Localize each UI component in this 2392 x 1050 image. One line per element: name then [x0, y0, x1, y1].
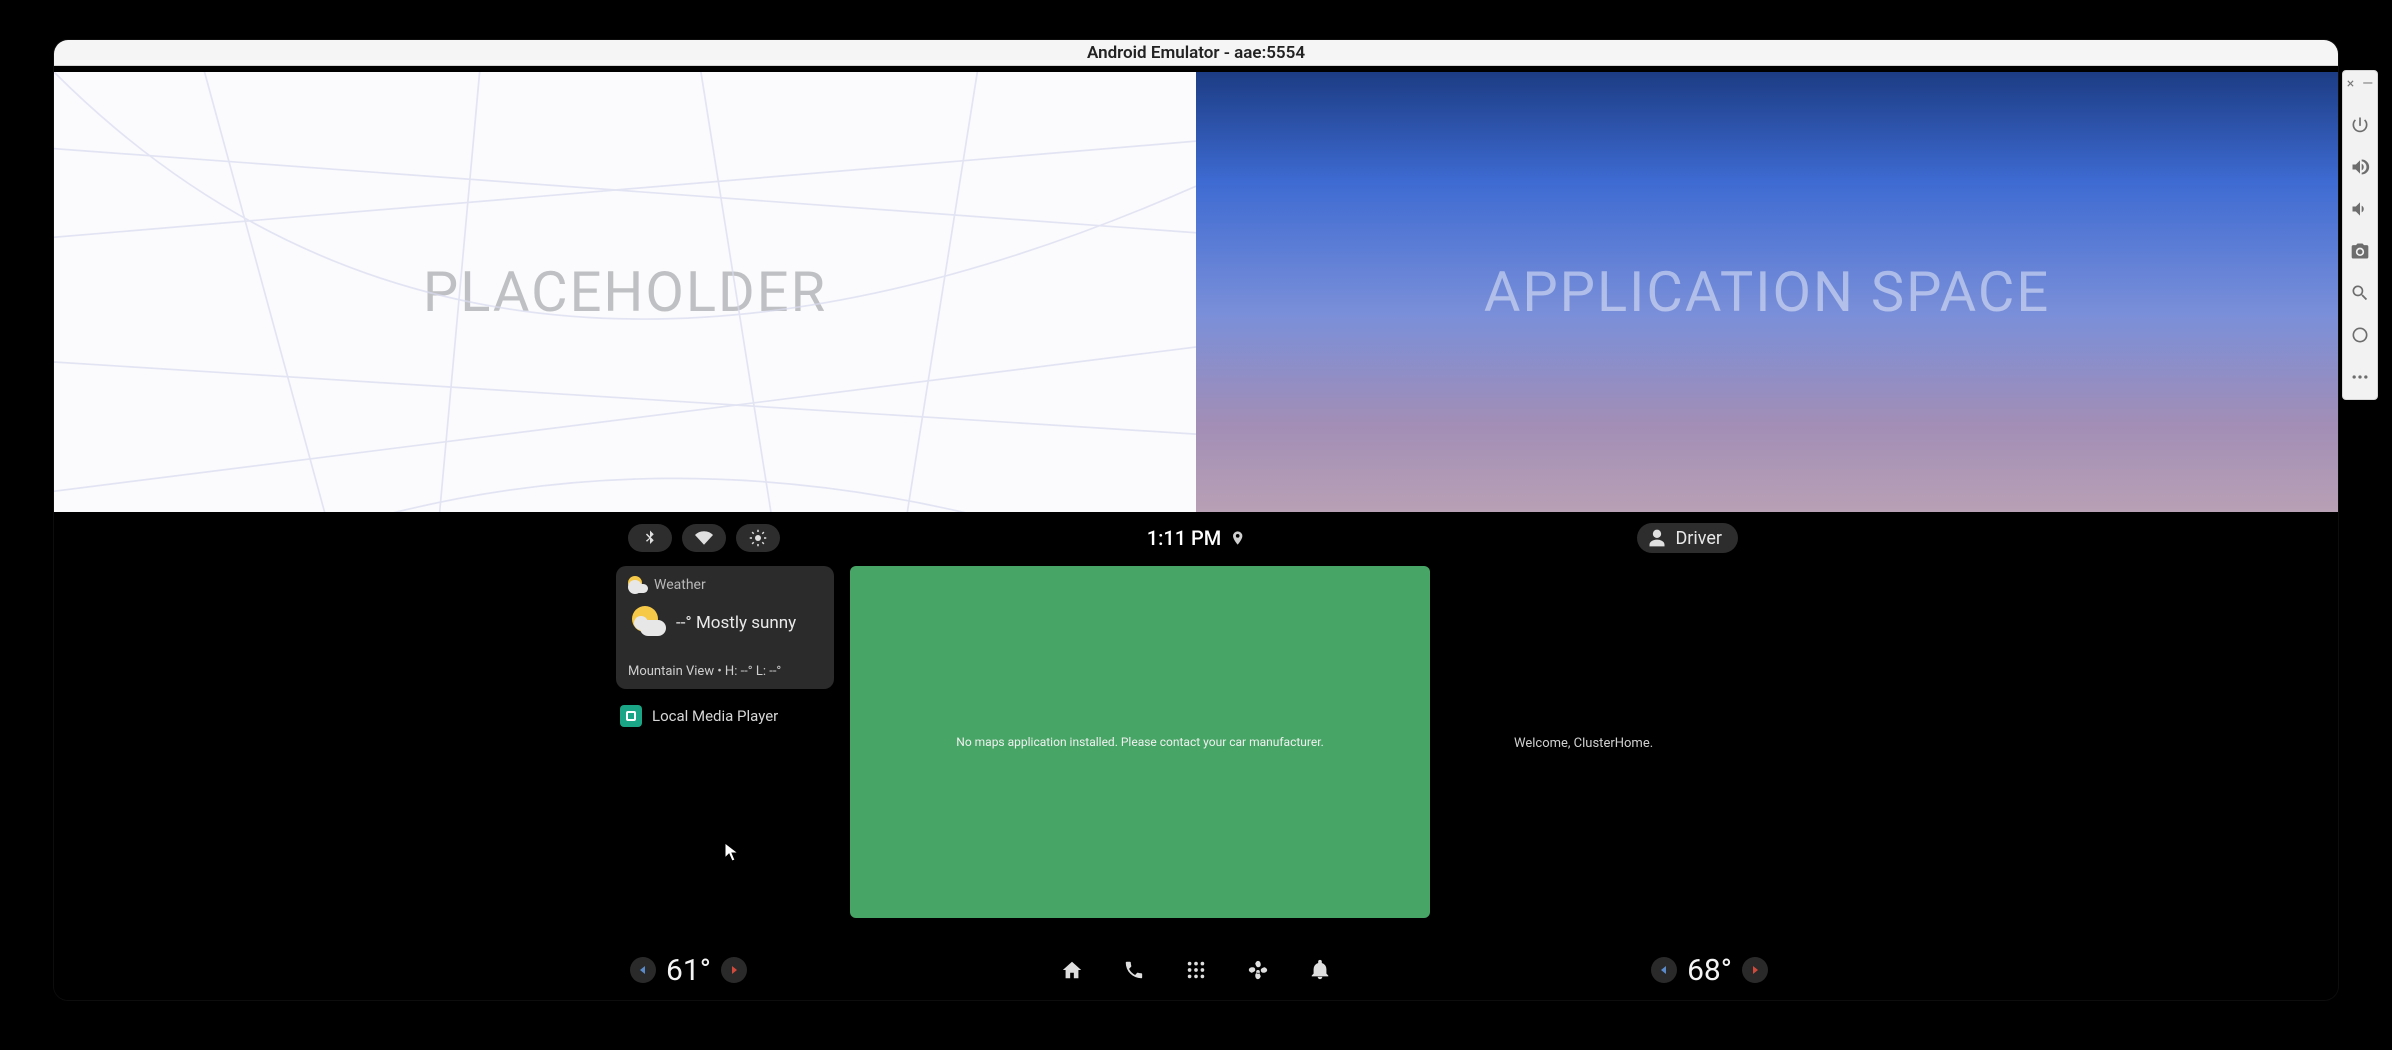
status-bar: 1:11 PM Driver	[54, 518, 2338, 558]
emulator-volume-down-button[interactable]	[2348, 197, 2372, 221]
media-card-title: Local Media Player	[652, 707, 778, 725]
emulator-window: Android Emulator - aae:5554 PLACEHOLDER	[54, 40, 2338, 1000]
brightness-toggle[interactable]	[736, 524, 780, 552]
emulator-zoom-button[interactable]	[2348, 281, 2372, 305]
volume-down-icon	[2350, 199, 2370, 219]
person-icon	[1647, 528, 1667, 548]
map-background-lines	[54, 72, 1196, 512]
phone-icon	[1123, 959, 1145, 981]
status-clock-area[interactable]: 1:11 PM	[1147, 526, 1246, 550]
nav-notifications[interactable]	[1307, 957, 1333, 983]
fan-icon	[1247, 959, 1269, 981]
cluster-right-panel: APPLICATION SPACE	[1196, 72, 2338, 512]
media-app-icon	[620, 705, 642, 727]
emulator-minimize-button[interactable]: —	[2362, 77, 2373, 91]
emulator-volume-up-button[interactable]	[2348, 155, 2372, 179]
hvac-right-down[interactable]	[1651, 957, 1677, 983]
map-widget[interactable]: No maps application installed. Please co…	[850, 566, 1430, 918]
home-icon	[1061, 959, 1083, 981]
nav-buttons	[1059, 957, 1333, 983]
hvac-right-up[interactable]	[1742, 957, 1768, 983]
cluster-displays: PLACEHOLDER APPLICATION SPACE	[54, 66, 2338, 512]
window-titlebar[interactable]: Android Emulator - aae:5554	[54, 40, 2338, 66]
zoom-icon	[2350, 283, 2370, 303]
user-name: Driver	[1675, 528, 1722, 549]
triangle-left-icon	[1659, 965, 1669, 975]
weather-card-header: Weather	[628, 576, 822, 594]
hvac-left: 61°	[630, 953, 747, 988]
bell-icon	[1309, 959, 1331, 981]
emulator-toolbar: × —	[2342, 70, 2378, 400]
hvac-left-up[interactable]	[721, 957, 747, 983]
nav-hvac[interactable]	[1245, 957, 1271, 983]
hvac-right: 68°	[1651, 953, 1768, 988]
window-title: Android Emulator - aae:5554	[1087, 43, 1305, 63]
circle-icon	[2350, 325, 2370, 345]
triangle-right-icon	[1750, 965, 1760, 975]
status-quick-toggles	[628, 524, 780, 552]
weather-card-title: Weather	[654, 577, 706, 593]
brightness-icon	[749, 529, 767, 547]
location-pin-icon	[1229, 530, 1245, 546]
emulator-body: PLACEHOLDER APPLICATION SPACE	[54, 66, 2338, 1000]
widget-column: Weather --° Mostly sunny Mountain View •…	[616, 566, 834, 733]
triangle-right-icon	[729, 965, 739, 975]
volume-up-icon	[2350, 157, 2370, 177]
mouse-cursor-icon	[724, 842, 740, 862]
dashboard: 1:11 PM Driver Weather	[54, 512, 2338, 1000]
weather-summary: --° Mostly sunny	[676, 613, 796, 633]
weather-footer: Mountain View • H: --° L: --°	[628, 664, 822, 679]
nav-apps[interactable]	[1183, 957, 1209, 983]
apps-grid-icon	[1185, 959, 1207, 981]
cluster-right-label: APPLICATION SPACE	[1484, 259, 2050, 325]
map-widget-message: No maps application installed. Please co…	[956, 735, 1323, 749]
wifi-icon	[695, 529, 713, 547]
triangle-left-icon	[638, 965, 648, 975]
camera-icon	[2350, 241, 2370, 261]
weather-icon	[628, 604, 666, 642]
emulator-more-button[interactable]	[2348, 365, 2372, 389]
nav-home[interactable]	[1059, 957, 1085, 983]
media-card[interactable]: Local Media Player	[616, 699, 834, 733]
bluetooth-icon	[641, 529, 659, 547]
hvac-right-temp: 68°	[1687, 953, 1732, 988]
power-icon	[2350, 115, 2370, 135]
emulator-power-button[interactable]	[2348, 113, 2372, 137]
emulator-close-button[interactable]: ×	[2347, 77, 2354, 91]
cluster-welcome-text: Welcome, ClusterHome.	[1514, 736, 1653, 751]
hvac-left-down[interactable]	[630, 957, 656, 983]
bottom-nav: 61°	[54, 948, 2338, 992]
more-icon	[2350, 367, 2370, 387]
user-profile-chip[interactable]: Driver	[1637, 523, 1738, 553]
emulator-back-button[interactable]	[2348, 323, 2372, 347]
emulator-screenshot-button[interactable]	[2348, 239, 2372, 263]
bluetooth-toggle[interactable]	[628, 524, 672, 552]
nav-phone[interactable]	[1121, 957, 1147, 983]
hvac-left-temp: 61°	[666, 953, 711, 988]
wifi-toggle[interactable]	[682, 524, 726, 552]
cluster-left-panel: PLACEHOLDER	[54, 72, 1196, 512]
weather-body: --° Mostly sunny	[628, 604, 822, 642]
status-time: 1:11 PM	[1147, 526, 1222, 550]
weather-card[interactable]: Weather --° Mostly sunny Mountain View •…	[616, 566, 834, 689]
